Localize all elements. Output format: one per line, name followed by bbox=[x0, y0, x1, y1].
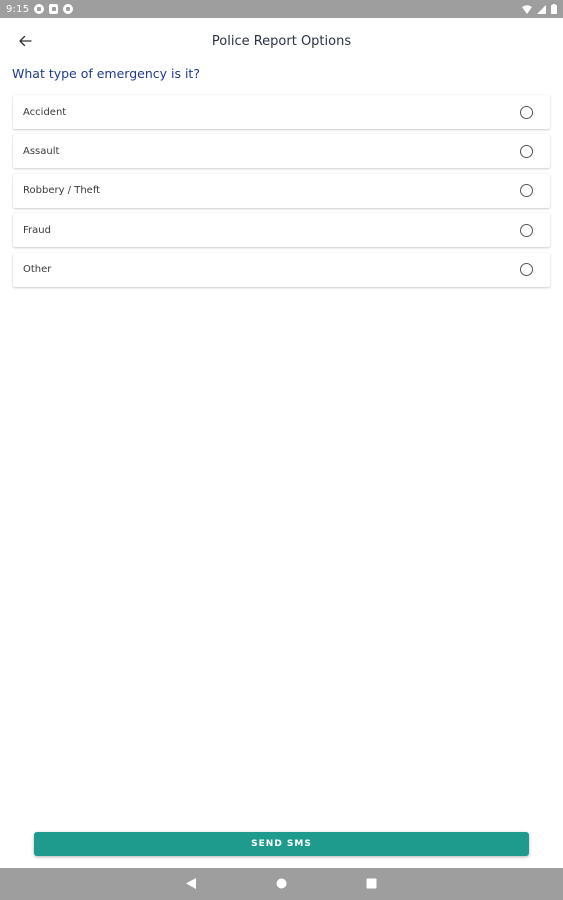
option-robbery-theft[interactable]: Robbery / Theft bbox=[13, 173, 550, 208]
status-left: 9:15 bbox=[6, 3, 74, 15]
option-label: Robbery / Theft bbox=[23, 185, 101, 197]
notification-icon bbox=[34, 4, 45, 14]
status-bar: 9:15 bbox=[0, 0, 563, 18]
option-label: Assault bbox=[23, 145, 60, 157]
option-label: Fraud bbox=[23, 224, 51, 236]
radio-button[interactable] bbox=[520, 105, 533, 119]
emergency-type-list: Accident Assault Robbery / Theft Fraud O… bbox=[13, 95, 550, 292]
wifi-icon bbox=[522, 4, 532, 14]
back-triangle-icon bbox=[186, 878, 196, 889]
status-right bbox=[522, 4, 557, 14]
status-time: 9:15 bbox=[6, 3, 30, 15]
option-fraud[interactable]: Fraud bbox=[13, 213, 550, 248]
home-circle-icon bbox=[276, 878, 287, 889]
radio-button[interactable] bbox=[520, 144, 533, 158]
radio-button[interactable] bbox=[520, 263, 533, 277]
nav-back-button[interactable] bbox=[185, 877, 197, 890]
signal-icon bbox=[537, 4, 546, 14]
navigation-bar bbox=[0, 868, 563, 900]
send-sms-button[interactable]: SEND SMS bbox=[34, 832, 529, 856]
option-label: Other bbox=[23, 264, 52, 276]
option-label: Accident bbox=[23, 106, 67, 118]
radio-button[interactable] bbox=[520, 223, 533, 237]
nav-recents-button[interactable] bbox=[366, 878, 377, 889]
page-title: Police Report Options bbox=[211, 33, 352, 49]
battery-icon bbox=[551, 4, 557, 14]
recents-square-icon bbox=[366, 878, 377, 889]
nav-home-button[interactable] bbox=[276, 878, 287, 889]
sim-card-icon bbox=[49, 4, 59, 14]
notification-icon bbox=[63, 4, 74, 14]
option-assault[interactable]: Assault bbox=[13, 134, 550, 169]
question-heading: What type of emergency is it? bbox=[12, 66, 200, 81]
option-accident[interactable]: Accident bbox=[13, 95, 550, 129]
back-button[interactable] bbox=[10, 26, 40, 56]
app-bar: Police Report Options bbox=[0, 18, 563, 64]
arrow-back-icon bbox=[19, 35, 32, 47]
option-other[interactable]: Other bbox=[13, 252, 550, 287]
radio-button[interactable] bbox=[520, 184, 533, 198]
